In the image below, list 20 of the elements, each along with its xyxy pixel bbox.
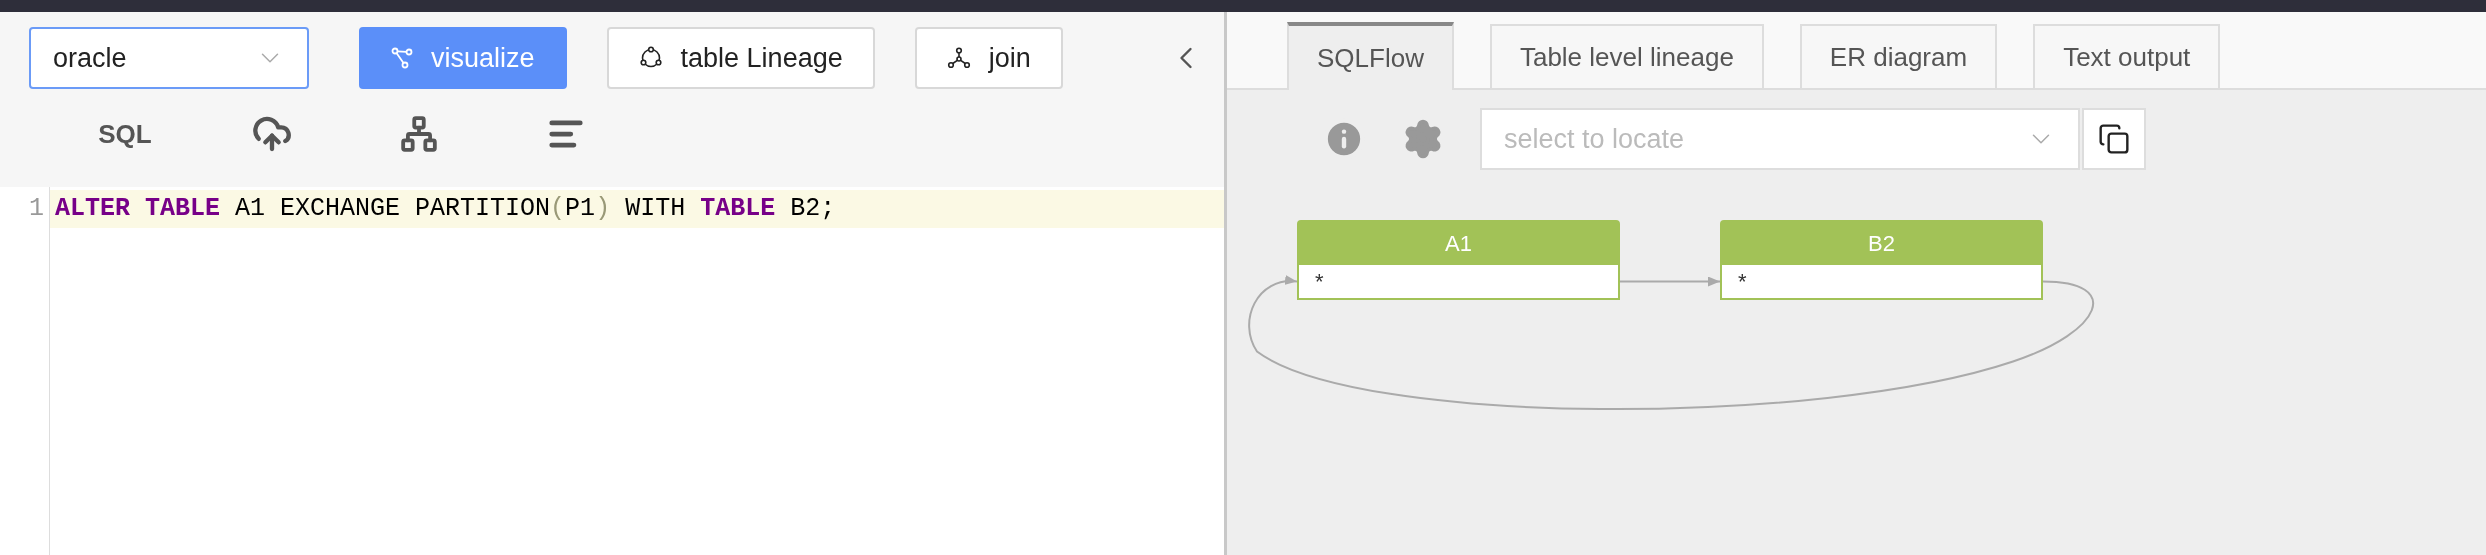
copy-icon (2098, 123, 2130, 155)
line-number: 1 (28, 193, 45, 225)
column-name: * (1315, 268, 1324, 296)
column-name: * (1738, 268, 1747, 296)
node-title: A1 (1445, 230, 1472, 258)
tab[interactable]: ER diagram (1799, 24, 1998, 88)
tab[interactable]: Table level lineage (1489, 24, 1764, 88)
node-title: B2 (1868, 230, 1895, 258)
toolbar-button[interactable]: join (914, 27, 1063, 89)
sql-button[interactable]: SQL (80, 112, 170, 156)
join-icon (946, 46, 971, 70)
copy-button[interactable] (2082, 108, 2146, 170)
table-node[interactable]: A1 * (1297, 220, 1620, 300)
flow-icon (391, 47, 413, 69)
dialect-select[interactable]: oracle (29, 27, 309, 89)
tab[interactable]: Text output (2033, 24, 2221, 88)
tab[interactable]: SQLFlow (1287, 22, 1454, 90)
toolbar-button[interactable]: table Lineage (606, 27, 875, 89)
cycle-icon (638, 46, 663, 70)
table-node[interactable]: B2 * (1720, 220, 2043, 300)
